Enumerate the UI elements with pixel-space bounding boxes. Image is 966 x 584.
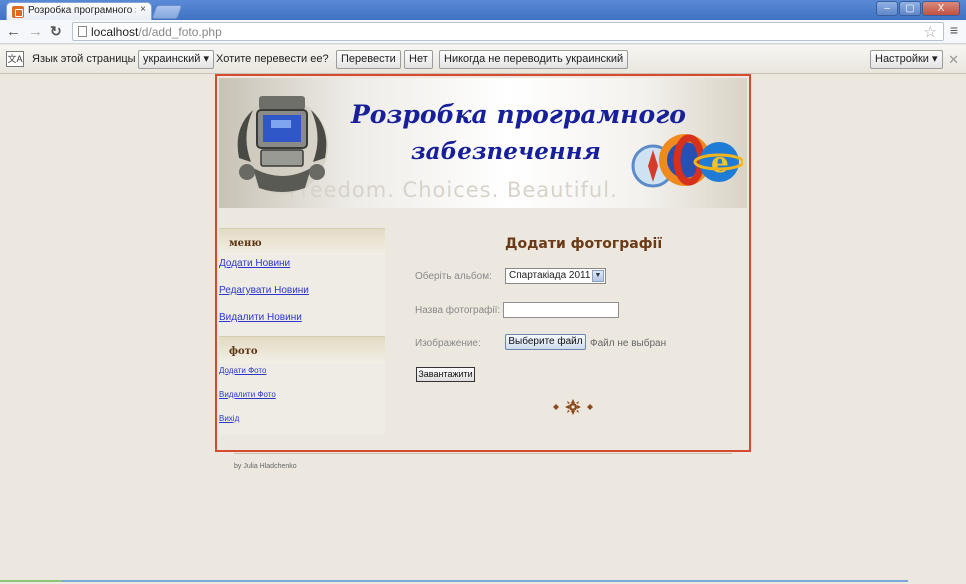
never-translate-button[interactable]: Никогда не переводить украинский [439,50,629,69]
sidebar-link-delete-news[interactable]: Видалити Новини [219,309,385,336]
browser-titlebar: Розробка програмного забе × – ▢ X [0,0,966,20]
bookmark-star-icon[interactable]: ☆ [924,23,937,41]
chrome-menu-icon[interactable]: ≡ [950,22,958,38]
minimize-button[interactable]: – [876,1,898,16]
sidebar-link-add-photo[interactable]: Додати Фото [219,363,385,387]
photo-name-label: Назва фотографії: [415,305,501,316]
chevron-down-icon: ▼ [592,270,604,282]
file-status: Файл не выбран [590,338,667,349]
page-container: Freedom. Choices. Beautiful. Розробка пр… [215,74,751,452]
settings-select[interactable]: Настройки ▾ [870,50,943,69]
browser-toolbar: ← → ↻ localhost/d/add_foto.php ☆ ≡ [0,20,966,44]
footer-divider [234,453,732,454]
status-strip-left [0,580,62,582]
sidebar-link-edit-news[interactable]: Редагувати Новини [219,282,385,309]
close-window-button[interactable]: X [922,1,960,16]
new-tab-button[interactable] [151,5,183,19]
photo-name-input[interactable] [503,302,619,318]
upload-button[interactable]: Завантажити [416,367,475,382]
window-controls: – ▢ X [876,1,960,16]
site-favicon-icon [12,6,24,18]
sidebar-link-logout[interactable]: Вихід [219,411,385,435]
image-label: Изображение: [415,338,481,349]
translate-icon: 文A [6,51,24,67]
sidebar-section-menu: меню [219,228,385,255]
url-text[interactable]: localhost/d/add_foto.php [91,25,222,39]
back-arrow-icon[interactable]: ← [6,23,21,40]
chevron-down-icon: ▾ [203,53,209,65]
choose-file-button[interactable]: Выберите файл [505,334,586,350]
album-select[interactable]: Спартакіада 2011 ▼ [505,268,606,284]
address-bar[interactable]: localhost/d/add_foto.php ☆ [72,22,944,41]
forward-arrow-icon[interactable]: → [28,23,43,40]
footer-credit: by Julia Hladchenko [234,463,297,470]
banner-watermark: Freedom. Choices. Beautiful. [289,178,618,202]
ornament-icon [553,399,593,415]
translate-prefix: Язык этой страницы [32,53,136,65]
sidebar: меню Додати Новини Редагувати Новини Вид… [219,228,385,435]
url-path: /d/add_foto.php [138,25,222,39]
language-value: украинский [143,53,201,65]
sidebar-link-add-news[interactable]: Додати Новини [219,255,385,282]
tab-title: Розробка програмного забе [28,5,136,16]
sidebar-link-delete-photo[interactable]: Видалити Фото [219,387,385,411]
svg-text:e: e [711,146,729,179]
tab-close-icon[interactable]: × [140,4,146,15]
translate-question: Хотите перевести ее? [216,53,329,65]
form-title: Додати фотографії [505,236,663,252]
browser-logos-icon: e [631,134,743,188]
browser-tab[interactable]: Розробка програмного забе × [6,2,152,20]
url-host: localhost [91,25,139,39]
maximize-button[interactable]: ▢ [899,1,921,16]
sidebar-section-photo: фото [219,336,385,363]
settings-label: Настройки [875,53,929,65]
page-icon [78,26,87,37]
computer-emblem-icon [236,96,328,194]
language-select[interactable]: украинский ▾ [138,50,214,69]
close-infobar-icon[interactable]: ✕ [948,52,959,68]
no-button[interactable]: Нет [404,50,433,69]
site-banner: Freedom. Choices. Beautiful. Розробка пр… [219,78,747,208]
banner-title-line2: забезпечення [411,138,601,165]
add-photo-form: Додати фотографії Оберіть альбом: Спарта… [415,228,745,448]
translate-infobar: 文A Язык этой страницы украинский ▾ Хотит… [0,45,966,74]
album-value: Спартакіада 2011 [509,270,591,281]
chevron-down-icon: ▾ [932,53,938,65]
status-strip [62,580,908,582]
reload-icon[interactable]: ↻ [50,23,62,40]
translate-button[interactable]: Перевести [336,50,401,69]
album-label: Оберіть альбом: [415,271,492,282]
